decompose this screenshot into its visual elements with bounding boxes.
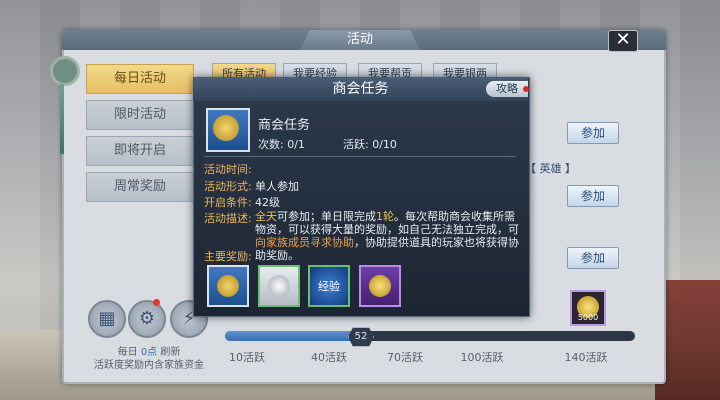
reward-exp-icon[interactable]: 经验 (308, 265, 350, 307)
hero-tag: 【 英雄 】 (525, 162, 576, 175)
guide-notification-dot (523, 86, 529, 92)
nav-limited-activity[interactable]: 限时活动 (86, 100, 194, 130)
milestone-label: 10活跃 (229, 351, 265, 364)
activity-description: 全天可参加；单日限完成1轮。每次帮助商会收集所需物资，可以获得大量的奖励，如自己… (255, 210, 519, 262)
reward-label: 主要奖励: (204, 250, 252, 263)
chest-amount: 5000 (577, 313, 599, 322)
milestone-label: 100活跃 (460, 351, 504, 364)
window-title: 活动 (300, 30, 420, 50)
jade-ornament-icon (48, 42, 80, 162)
reward-chest-icon[interactable]: 5000 (570, 290, 606, 326)
reward-exp-label: 经验 (318, 280, 340, 293)
join-button[interactable]: 参加 (567, 122, 619, 144)
gear-icon[interactable]: ⚙ (128, 300, 166, 338)
milestone-label: 40活跃 (311, 351, 347, 364)
time-label: 活动时间: (204, 163, 252, 176)
close-button[interactable]: ✕ (608, 30, 638, 52)
form-value: 单人参加 (255, 180, 299, 193)
join-button[interactable]: 参加 (567, 247, 619, 269)
join-button[interactable]: 参加 (567, 185, 619, 207)
milestone-label: 140活跃 (564, 351, 608, 364)
task-active: 活跃: 0/10 (343, 138, 397, 151)
condition-value: 42级 (255, 196, 280, 209)
reward-silver-coin-icon[interactable] (258, 265, 300, 307)
activity-progress-fill (225, 331, 361, 341)
milestone-label: 70活跃 (387, 351, 423, 364)
activity-note: 活跃度奖励内含家族资金 (94, 360, 204, 371)
task-name: 商会任务 (258, 118, 311, 133)
task-count: 次数: 0/1 (258, 138, 305, 151)
notification-dot (153, 299, 160, 306)
condition-label: 开启条件: (204, 196, 252, 209)
nav-daily-activity[interactable]: 每日活动 (86, 64, 194, 94)
activity-progress-track (225, 331, 635, 341)
merchant-task-icon (206, 108, 250, 152)
form-label: 活动形式: (204, 180, 252, 193)
popup-divider (204, 156, 516, 157)
popup-title: 商会任务 (332, 81, 389, 97)
reward-merchant-token-icon[interactable] (207, 265, 249, 307)
progress-marker: 52 (348, 327, 374, 347)
description-label: 活动描述: (204, 212, 252, 225)
nav-coming-soon[interactable]: 即将开启 (86, 136, 194, 166)
nav-weekly-reward[interactable]: 周常奖励 (86, 172, 194, 202)
reward-gold-coin-icon[interactable] (359, 265, 401, 307)
guide-button[interactable]: 攻略 (486, 81, 528, 97)
calendar-icon[interactable]: ▦ (88, 300, 126, 338)
